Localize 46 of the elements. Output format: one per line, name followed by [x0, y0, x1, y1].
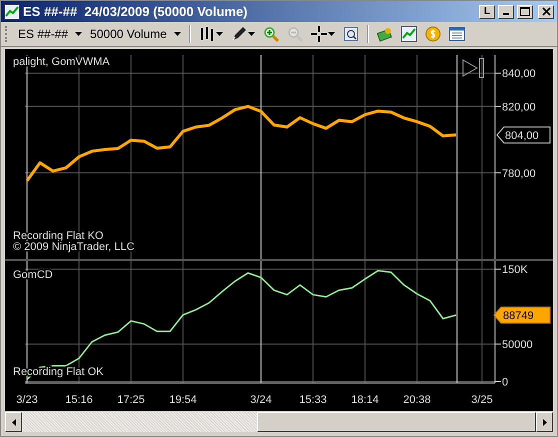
axis-label: 780,00: [502, 168, 536, 180]
time-label: 20:38: [403, 394, 431, 406]
period-dropdown[interactable]: 50000 Volume: [87, 25, 184, 43]
caret-icon: [174, 32, 181, 36]
maximize-button[interactable]: [517, 4, 533, 18]
time-label: 19:54: [169, 394, 197, 406]
maximize-icon: [520, 7, 530, 16]
scroll-to-end-icon[interactable]: [462, 58, 484, 78]
scrollbar[interactable]: [5, 412, 553, 432]
scroll-right-button[interactable]: [536, 412, 553, 432]
value-marker: 88749: [493, 306, 550, 324]
chart-icon: [400, 26, 417, 42]
zoom-in-icon: [262, 26, 279, 42]
time-label: 17:25: [117, 394, 145, 406]
axis-label: 50000: [502, 339, 533, 352]
instrument-dropdown[interactable]: ES ##-##: [15, 25, 86, 43]
time-label: 3/25: [471, 394, 493, 406]
time-label: 18:14: [351, 394, 379, 406]
zoom-out-icon: [286, 26, 303, 42]
axis-label: 0: [502, 376, 508, 388]
close-button[interactable]: [538, 4, 554, 18]
price-marker: 804,00: [496, 126, 550, 144]
money-icon: [376, 26, 393, 42]
coin-icon: [424, 26, 441, 42]
link-button[interactable]: L: [479, 4, 495, 18]
chart-icon: [4, 4, 20, 20]
crosshair-icon: [310, 26, 327, 42]
left-arrow-icon: [12, 418, 16, 426]
time-label: 15:33: [299, 394, 327, 406]
scroll-left-button[interactable]: [5, 412, 22, 432]
pencil-icon: [230, 26, 247, 42]
time-label: 3/24: [250, 394, 272, 406]
minimize-button[interactable]: [498, 4, 514, 18]
right-arrow-icon: [542, 418, 546, 426]
time-label: 3/23: [16, 394, 38, 406]
table-icon: [448, 26, 465, 42]
axis-label: 150K: [502, 264, 528, 276]
bars-icon: [198, 26, 215, 42]
window-title: ES ##-## 24/03/2009 (50000 Volume): [23, 4, 249, 19]
close-icon: [542, 7, 550, 16]
magnifier-icon: [342, 26, 359, 42]
caret-icon: [75, 32, 82, 36]
scroll-thumb[interactable]: [257, 412, 536, 432]
axis-label: 840,00: [502, 68, 536, 80]
axis-label: 820,00: [502, 101, 536, 114]
time-label: 15:16: [65, 394, 93, 406]
